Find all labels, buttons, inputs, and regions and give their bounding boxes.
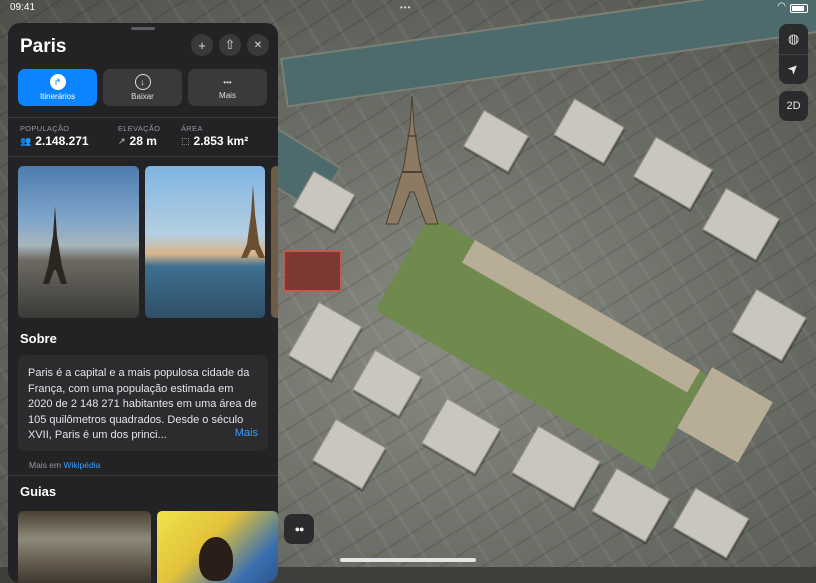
sports-field [283, 250, 342, 292]
building [311, 418, 387, 490]
building [511, 425, 601, 509]
building [287, 301, 363, 381]
elevation-value-row: ↗ 28 m [118, 134, 157, 148]
population-value-row: 👥 2.148.271 [20, 134, 89, 148]
building [462, 109, 530, 173]
seine-river [280, 0, 816, 108]
population-value: 2.148.271 [35, 134, 89, 148]
directions-icon: ↱ [49, 74, 66, 90]
source-prefix: Mais em [29, 460, 62, 470]
binoculars-icon: ●● [294, 524, 305, 534]
people-icon: 👥 [20, 135, 32, 146]
add-button[interactable]: + [191, 34, 213, 56]
photo-eiffel-cityscape[interactable] [18, 166, 139, 318]
share-button[interactable]: ⇧ [219, 34, 241, 56]
guide-card[interactable] [18, 511, 151, 583]
look-around-button[interactable]: ●● [284, 514, 314, 544]
plus-icon: + [198, 37, 206, 53]
more-button[interactable]: ••• Mais [188, 69, 267, 106]
area-label: ÁREA [181, 124, 203, 133]
photo-eiffel-river[interactable] [145, 166, 265, 318]
place-title: Paris [20, 36, 67, 57]
area-value-row: ⬚ 2.853 km² [181, 134, 248, 148]
photo-partial[interactable] [271, 166, 278, 318]
guides-heading: Guias [20, 484, 57, 499]
building [553, 98, 625, 164]
globe-icon: ◍ [787, 31, 800, 46]
multitasking-dots[interactable]: ••• [400, 3, 411, 12]
map-controls: ◍ ➤ [779, 24, 808, 84]
elevation-label: ELEVAÇÃO [118, 124, 161, 133]
more-icon: ••• [223, 77, 232, 87]
home-indicator[interactable] [340, 558, 476, 562]
status-bar: 09:41 ••• ◠ [0, 0, 816, 16]
location-arrow-icon: ➤ [783, 59, 803, 78]
status-time: 09:41 [10, 2, 36, 13]
population-label: POPULAÇÃO [20, 124, 70, 133]
sheet-grabber[interactable] [131, 27, 155, 30]
download-label: Baixar [131, 92, 154, 101]
guide-card[interactable] [157, 511, 278, 583]
globe-button[interactable]: ◍ [779, 24, 808, 55]
eiffel-silhouette-icon [241, 184, 265, 258]
more-label: Mais [219, 91, 236, 100]
building [672, 487, 750, 559]
directions-button[interactable]: ↱ Itinerários [18, 69, 97, 106]
building [352, 349, 422, 417]
close-button[interactable]: ✕ [247, 34, 269, 56]
divider [8, 117, 278, 118]
building [632, 136, 714, 210]
location-button[interactable]: ➤ [779, 54, 808, 84]
view-2d-button[interactable]: 2D [779, 91, 808, 121]
wifi-icon: ◠ [777, 1, 786, 12]
eiffel-tower [385, 96, 439, 225]
building [702, 187, 780, 261]
directions-label: Itinerários [39, 92, 76, 101]
area-icon: ⬚ [181, 135, 190, 146]
about-text: Paris é a capital e a mais populosa cida… [28, 367, 257, 441]
divider [8, 156, 278, 157]
download-icon: ↓ [134, 74, 151, 90]
building [731, 288, 807, 362]
battery-icon [790, 4, 808, 13]
source-line: Mais em Wikipédia [29, 460, 100, 470]
guide-portrait [199, 537, 233, 581]
eiffel-silhouette-icon [43, 206, 67, 284]
building [421, 397, 501, 475]
building [591, 467, 671, 543]
elevation-arrow-icon: ↗ [118, 135, 126, 146]
download-button[interactable]: ↓ Baixar [103, 69, 182, 106]
share-icon: ⇧ [224, 37, 236, 52]
divider [8, 475, 278, 476]
close-icon: ✕ [253, 39, 263, 51]
about-more-link[interactable]: Mais [228, 427, 258, 439]
area-value: 2.853 km² [193, 134, 249, 148]
about-card[interactable]: Paris é a capital e a mais populosa cida… [18, 355, 268, 451]
about-heading: Sobre [20, 331, 57, 346]
elevation-value: 28 m [129, 134, 157, 148]
place-card: Paris + ⇧ ✕ ↱ Itinerários ↓ Baixar ••• M… [8, 23, 278, 583]
wikipedia-link[interactable]: Wikipédia [64, 460, 101, 470]
